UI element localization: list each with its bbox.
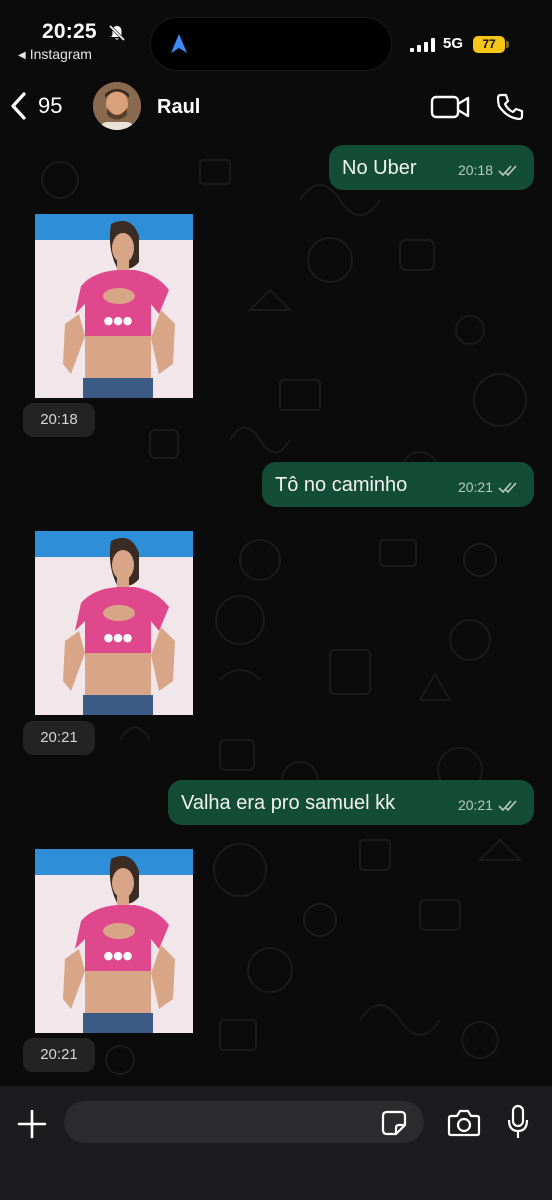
bell-off-icon (108, 24, 126, 42)
incoming-image[interactable]: ●●● (35, 214, 193, 398)
dynamic-island (150, 17, 392, 71)
message-text: Valha era pro samuel kk (181, 792, 396, 814)
photo-content: ●●● (35, 849, 193, 1033)
message-meta: 20:21 (458, 797, 520, 813)
message-input[interactable] (64, 1101, 424, 1143)
double-check-icon (498, 799, 517, 811)
message-text: Tô no caminho (275, 474, 408, 496)
message-time: 20:21 (457, 479, 493, 495)
outgoing-message[interactable]: Valha era pro samuel kk 20:21 (168, 780, 534, 825)
contact-name[interactable]: Raul (157, 96, 200, 119)
double-check-icon (498, 481, 517, 493)
photo-content: ●●● (35, 214, 193, 398)
back-button[interactable]: 95 (8, 86, 80, 126)
incoming-image[interactable]: ●●● (35, 531, 193, 715)
message-time: 20:18 (457, 162, 493, 178)
image-time-chip: 20:21 (23, 721, 95, 755)
message-time: 20:21 (457, 797, 493, 813)
back-chevron-icon (11, 92, 26, 120)
network-type: 5G (443, 35, 464, 52)
message-text: No Uber (342, 157, 417, 179)
message-meta: 20:18 (458, 162, 520, 178)
unread-count: 95 (38, 93, 63, 118)
plus-icon[interactable] (16, 1108, 48, 1140)
double-check-icon (498, 164, 517, 176)
incoming-image[interactable]: ●●● (35, 849, 193, 1033)
outgoing-message[interactable]: Tô no caminho 20:21 (262, 462, 534, 507)
phone-icon[interactable] (495, 92, 525, 122)
back-to-app-link[interactable]: ◀ Instagram (18, 46, 92, 62)
chat-area[interactable]: No Uber 20:18 ●●● 20:18 Tô no caminho 20… (0, 140, 552, 1086)
avatar-image (93, 82, 141, 130)
video-call-icon[interactable] (430, 94, 470, 120)
battery-indicator: 77 (473, 36, 505, 53)
svg-text:●●●: ●●● (104, 949, 133, 962)
back-triangle-icon: ◀ (18, 50, 26, 61)
svg-text:●●●: ●●● (104, 314, 133, 327)
battery-tip (506, 41, 509, 48)
outgoing-message[interactable]: No Uber 20:18 (329, 145, 534, 190)
signal-icon (410, 38, 435, 52)
status-bar: 20:25 ◀ Instagram 5G 77 (0, 0, 552, 72)
camera-icon[interactable] (447, 1108, 481, 1138)
microphone-icon[interactable] (506, 1104, 530, 1140)
avatar[interactable] (93, 82, 141, 130)
sticker-icon[interactable] (381, 1110, 407, 1136)
image-time-chip: 20:18 (23, 403, 95, 437)
back-app-label: Instagram (29, 46, 92, 62)
image-time-chip: 20:21 (23, 1038, 95, 1072)
navigation-arrow-icon (171, 34, 187, 53)
message-meta: 20:21 (458, 479, 520, 495)
photo-content: ●●● (35, 531, 193, 715)
status-time: 20:25 (42, 20, 97, 43)
message-composer (0, 1086, 552, 1200)
chat-header: 95 Raul (0, 72, 552, 140)
svg-text:●●●: ●●● (104, 631, 133, 644)
